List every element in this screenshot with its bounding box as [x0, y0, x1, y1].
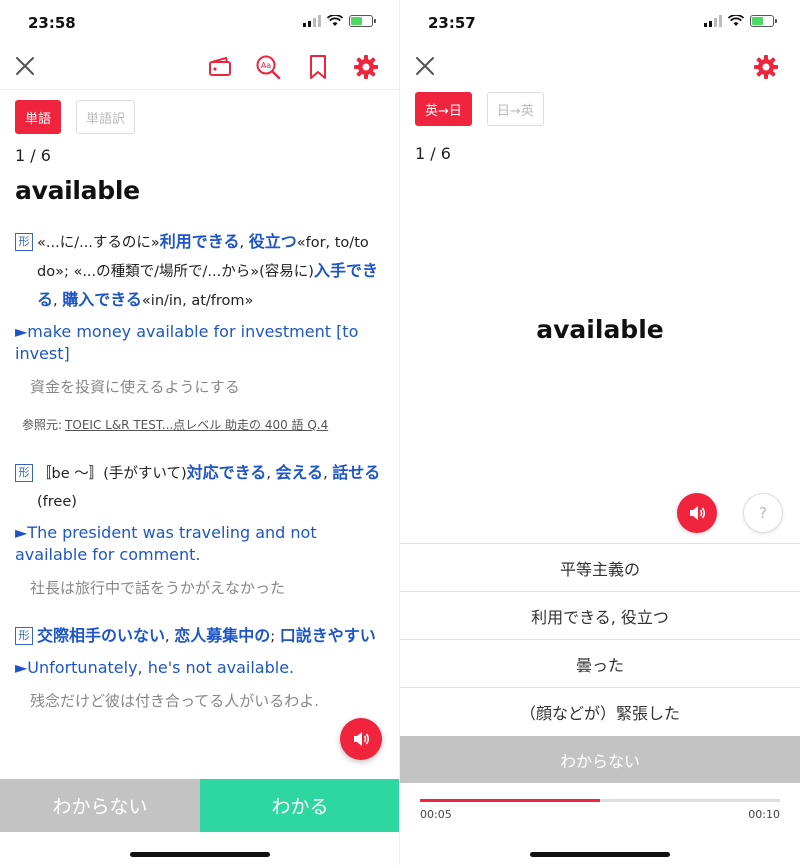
headword: available	[536, 315, 664, 344]
source-link[interactable]: TOEIC L&R TEST...点レベル 助走の 400 語 Q.4	[65, 418, 328, 432]
wifi-icon	[327, 15, 343, 26]
svg-text:Aa: Aa	[261, 61, 271, 70]
tab-word[interactable]: 単語	[15, 100, 62, 134]
definition-text: (free)	[37, 494, 77, 510]
definition-text: ,	[266, 466, 276, 482]
example-translation: 残念だけど彼は付き合ってる人がいるわよ.	[30, 692, 320, 710]
answer-choices: 平等主義の 利用できる, 役立つ 曇った （顔などが）緊張した	[400, 543, 800, 735]
source-label: 参照元:	[22, 418, 63, 432]
speak-button[interactable]	[340, 718, 382, 760]
definition-keyword: 口説きやすい	[279, 626, 376, 645]
answer-choice[interactable]: 利用できる, 役立つ	[400, 591, 800, 639]
part-of-speech-badge: 形	[15, 233, 33, 251]
wifi-icon	[728, 15, 744, 26]
battery-icon	[750, 15, 777, 27]
part-of-speech-badge: 形	[15, 464, 33, 482]
definition-keyword: 対応できる	[186, 463, 267, 482]
tab-ja-to-en[interactable]: 日→英	[486, 92, 544, 126]
definition-keyword: 役立つ	[248, 232, 297, 251]
direction-tabs: 英→日 日→英	[415, 92, 544, 126]
timer-elapsed: 00:05	[420, 808, 452, 821]
timer-total: 00:10	[748, 808, 780, 821]
source-reference: 参照元: TOEIC L&R TEST...点レベル 助走の 400 語 Q.4	[15, 411, 387, 439]
signal-icon	[303, 15, 321, 27]
toolbar	[400, 44, 800, 90]
gear-icon[interactable]	[752, 53, 780, 81]
close-icon[interactable]	[414, 55, 436, 77]
definition-sense: 形交際相手のいない, 恋人募集中の; 口説きやすい	[15, 622, 387, 651]
example-translation: 資金を投資に使えるようにする	[30, 378, 240, 396]
signal-icon	[704, 15, 722, 27]
definition-keyword: 話せる	[332, 463, 381, 482]
definition-text: «...に/...するのに»	[37, 235, 160, 251]
know-button[interactable]: わかる	[200, 779, 399, 832]
definition-keyword: 交際相手のいない	[37, 626, 166, 645]
speak-button[interactable]	[677, 493, 717, 533]
example-sentence: ►The president was traveling and not ava…	[15, 523, 317, 564]
bookmark-icon[interactable]	[304, 53, 332, 81]
answer-choice[interactable]: （顔などが）緊張した	[400, 687, 800, 735]
definition-text: ,	[53, 293, 63, 309]
mode-tabs: 単語 単語訳	[15, 100, 136, 134]
status-time: 23:57	[428, 14, 476, 32]
status-bar: 23:57	[400, 0, 800, 44]
definition-keyword: 会える	[275, 463, 324, 482]
definition-text: ,	[239, 235, 249, 251]
right-screen: 23:57 英→日 日→英 1 / 6 available ? 平等主義の 利用で…	[400, 0, 800, 865]
tab-word-translation[interactable]: 単語訳	[76, 100, 136, 134]
definition-keyword: 購入できる	[62, 290, 142, 309]
definition-text: ,	[323, 466, 333, 482]
tab-en-to-ja[interactable]: 英→日	[415, 92, 472, 126]
definition-sense: 形 «...に/...するのに»利用できる, 役立つ«for, to/to do»…	[15, 228, 387, 315]
card-icon[interactable]	[206, 53, 234, 81]
gear-icon[interactable]	[352, 53, 380, 81]
definition-list: 形 «...に/...するのに»利用できる, 役立つ«for, to/to do»…	[15, 228, 387, 715]
status-time: 23:58	[28, 14, 76, 32]
part-of-speech-badge: 形	[15, 627, 33, 645]
status-icons	[303, 15, 376, 27]
dont-know-button[interactable]: わからない	[0, 779, 200, 832]
definition-text: ,	[165, 629, 175, 645]
left-screen: 23:58 Aa 単語 単語訳 1 / 6 available 形 «...に/.…	[0, 0, 400, 865]
search-word-icon[interactable]: Aa	[254, 53, 282, 81]
answer-choice[interactable]: 曇った	[400, 639, 800, 687]
card-counter: 1 / 6	[415, 144, 451, 163]
status-icons	[704, 15, 777, 27]
example-sentence: ►make money available for investment [to…	[15, 322, 359, 363]
dont-know-button[interactable]: わからない	[400, 736, 800, 783]
card-counter: 1 / 6	[15, 146, 51, 165]
definition-keyword: 利用できる	[159, 232, 240, 251]
definition-keyword: 恋人募集中の	[174, 626, 271, 645]
timer-progress	[420, 799, 780, 802]
toolbar: Aa	[0, 44, 399, 90]
headword: available	[15, 176, 140, 205]
close-icon[interactable]	[14, 55, 36, 77]
definition-text: 〚be 〜〛(手がすいて)	[37, 466, 187, 482]
definition-text: «in/in, at/from»	[141, 293, 254, 309]
definition-sense: 形〚be 〜〛(手がすいて)対応できる, 会える, 話せる (free)	[15, 459, 387, 516]
answer-bar: わからない わかる	[0, 779, 399, 832]
battery-icon	[349, 15, 376, 27]
status-bar: 23:58	[0, 0, 399, 44]
example-translation: 社長は旅行中で話をうかがえなかった	[30, 579, 286, 597]
home-indicator	[530, 852, 670, 857]
hint-button[interactable]: ?	[743, 493, 783, 533]
speaker-icon	[354, 732, 370, 746]
example-sentence: ►Unfortunately, he's not available.	[15, 658, 295, 677]
timer-progress-fill	[420, 799, 600, 802]
home-indicator	[130, 852, 270, 857]
definition-text: ;	[270, 629, 280, 645]
speaker-icon	[690, 506, 706, 520]
answer-choice[interactable]: 平等主義の	[400, 543, 800, 591]
